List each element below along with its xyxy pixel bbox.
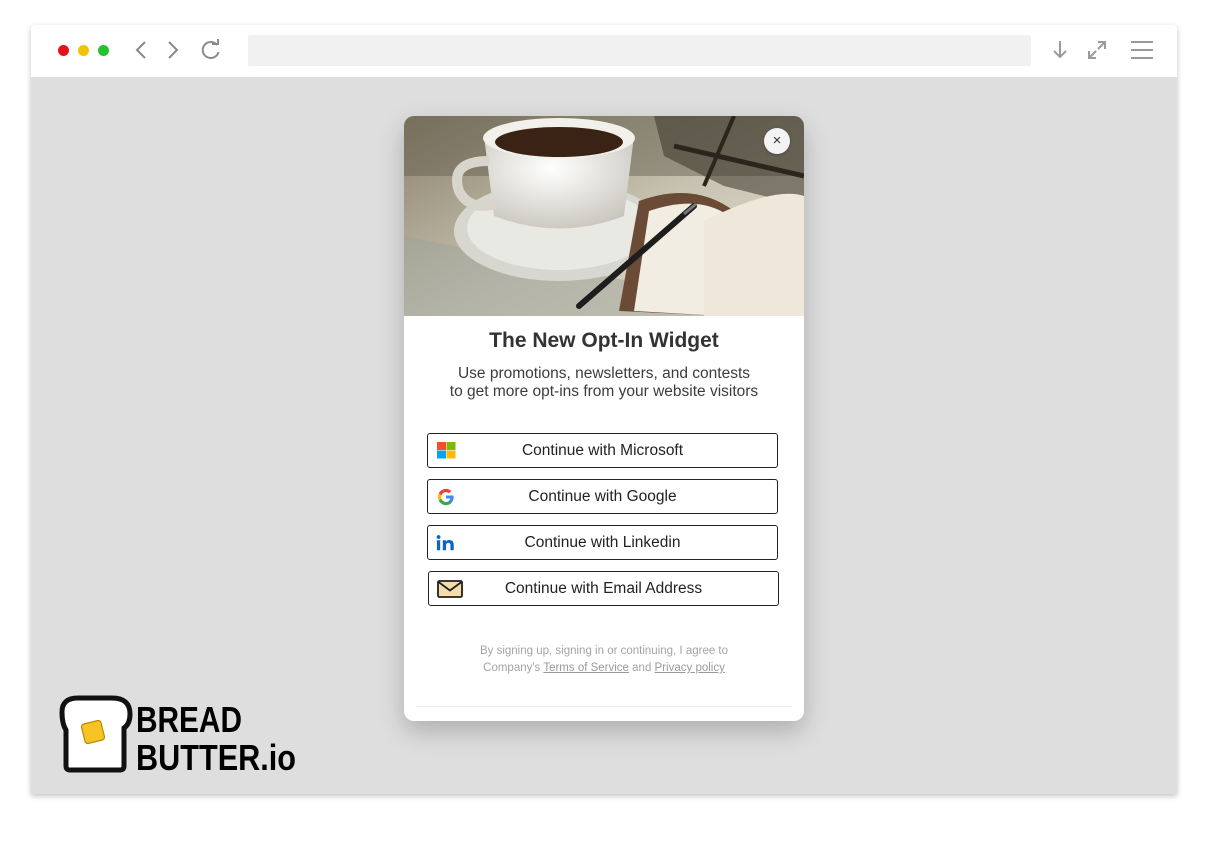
- back-icon[interactable]: [134, 40, 148, 60]
- menu-icon[interactable]: [1130, 40, 1154, 60]
- logo-line-2: BUTTER.io: [136, 737, 296, 774]
- legal-notice: By signing up, signing in or continuing,…: [434, 643, 774, 677]
- legal-company: Company's: [483, 662, 541, 674]
- microsoft-button-label: Continue with Microsoft: [521, 442, 684, 459]
- browser-window: × The New Opt-In Widget Use promotions, …: [31, 25, 1177, 794]
- forward-icon[interactable]: [166, 40, 180, 60]
- breadbutter-logo: BREAD BUTTER.io: [59, 695, 296, 774]
- modal-divider: [416, 706, 792, 707]
- download-icon[interactable]: [1051, 39, 1069, 61]
- linkedin-button-label: Continue with Linkedin: [524, 534, 681, 551]
- terms-of-service-link[interactable]: Terms of Service: [543, 662, 629, 674]
- continue-microsoft-button[interactable]: Continue with Microsoft: [427, 433, 778, 468]
- subtitle-line-1: Use promotions, newsletters, and contest…: [457, 365, 751, 382]
- legal-line-1: By signing up, signing in or continuing,…: [479, 645, 729, 657]
- email-button-label: Continue with Email Address: [504, 580, 703, 597]
- hero-image: [404, 116, 804, 316]
- close-button[interactable]: ×: [764, 128, 790, 154]
- browser-toolbar: [31, 25, 1177, 77]
- continue-linkedin-button[interactable]: Continue with Linkedin: [427, 525, 778, 560]
- expand-icon[interactable]: [1086, 39, 1108, 61]
- page-content: × The New Opt-In Widget Use promotions, …: [31, 77, 1177, 794]
- maximize-window-dot[interactable]: [98, 45, 109, 56]
- modal-subtitle: Use promotions, newsletters, and contest…: [424, 365, 784, 400]
- legal-line-2: Company's Terms of Service and Privacy p…: [434, 660, 774, 677]
- continue-email-button[interactable]: Continue with Email Address: [428, 571, 779, 606]
- legal-and: and: [632, 662, 652, 674]
- continue-google-button[interactable]: Continue with Google: [427, 479, 778, 514]
- privacy-policy-link[interactable]: Privacy policy: [655, 662, 725, 674]
- address-bar[interactable]: [248, 35, 1031, 66]
- minimize-window-dot[interactable]: [78, 45, 89, 56]
- reload-icon[interactable]: [200, 39, 222, 61]
- opt-in-modal: × The New Opt-In Widget Use promotions, …: [404, 116, 804, 721]
- subtitle-line-2: to get more opt-ins from your website vi…: [449, 382, 759, 400]
- modal-title: The New Opt-In Widget: [489, 329, 719, 352]
- close-window-dot[interactable]: [58, 45, 69, 56]
- google-button-label: Continue with Google: [528, 488, 677, 505]
- logo-line-1: BREAD: [136, 699, 242, 740]
